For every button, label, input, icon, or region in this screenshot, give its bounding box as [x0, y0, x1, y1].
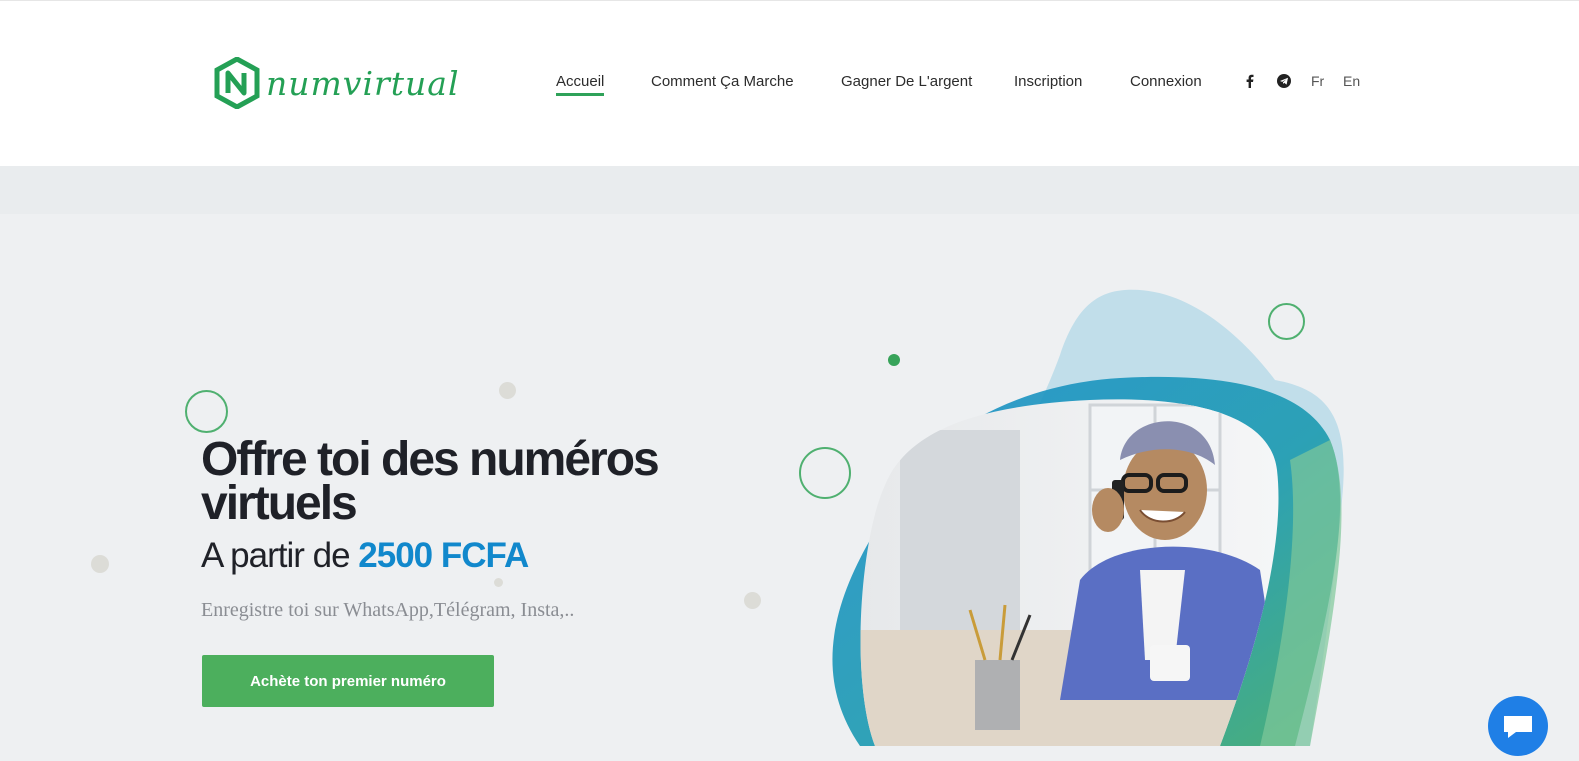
hero-headline: Offre toi des numéros virtuels — [201, 433, 660, 530]
nav-item-accueil[interactable]: Accueil — [556, 73, 605, 96]
logo-mark-icon — [214, 57, 260, 109]
decorative-dot — [499, 382, 516, 399]
hero-price-line: A partir de 2500 FCFA — [201, 536, 529, 576]
buy-first-number-button[interactable]: Achète ton premier numéro — [202, 655, 494, 707]
site-header: numvirtual Accueil Comment Ça Marche Gag… — [0, 0, 1579, 166]
language-en[interactable]: En — [1343, 73, 1360, 89]
header-shadow-band — [0, 166, 1579, 214]
chat-button[interactable] — [1488, 696, 1548, 756]
decorative-dot — [744, 592, 761, 609]
language-fr[interactable]: Fr — [1311, 73, 1324, 89]
chat-bubble-icon — [1504, 716, 1532, 738]
decorative-ring — [185, 390, 228, 433]
nav-item-gagner-de-largent[interactable]: Gagner De L'argent — [841, 73, 972, 90]
decorative-dot — [494, 578, 503, 587]
price-value: 2500 FCFA — [358, 536, 529, 575]
telegram-icon[interactable] — [1277, 74, 1291, 88]
hero-subtitle: Enregistre toi sur WhatsApp,Télégram, In… — [201, 599, 575, 621]
nav-item-connexion[interactable]: Connexion — [1130, 73, 1202, 90]
decorative-dot — [91, 555, 109, 573]
brand-name: numvirtual — [266, 63, 460, 103]
nav-item-comment-ca-marche[interactable]: Comment Ça Marche — [651, 73, 794, 90]
nav-item-inscription[interactable]: Inscription — [1014, 73, 1082, 90]
facebook-icon[interactable] — [1243, 74, 1257, 88]
hero-illustration — [832, 289, 1344, 746]
brand-logo[interactable]: numvirtual — [214, 57, 460, 109]
price-prefix: A partir de — [201, 536, 359, 575]
